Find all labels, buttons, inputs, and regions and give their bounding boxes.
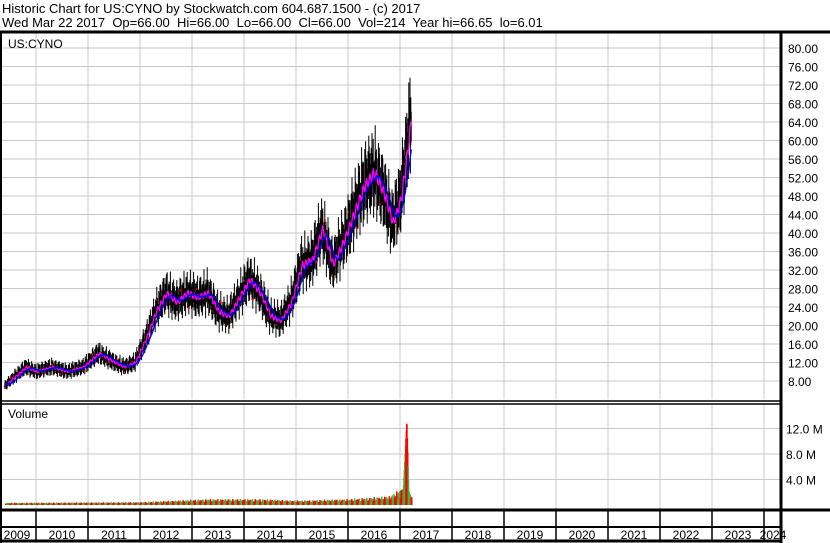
x-tick-label: 2018 (465, 528, 492, 542)
price-tick-label: 28.00 (788, 283, 818, 297)
x-tick-label: 2011 (101, 528, 127, 542)
volume-tick-label: 4.0 M (786, 474, 816, 488)
price-tick-label: 8.00 (788, 375, 812, 389)
x-tick-label: 2013 (205, 528, 232, 542)
x-tick-label: 2024 (760, 528, 787, 542)
volume-tick-label: 12.0 M (786, 423, 823, 437)
price-tick-label: 36.00 (788, 246, 818, 260)
x-tick-label: 2023 (725, 528, 752, 542)
x-tick-label: 2012 (153, 528, 180, 542)
stock-chart: Historic Chart for US:CYNO by Stockwatch… (0, 0, 830, 543)
x-tick-label: 2022 (673, 528, 700, 542)
price-tick-label: 48.00 (788, 190, 818, 204)
short-ma-line (4, 120, 413, 387)
price-tick-label: 24.00 (788, 301, 818, 315)
x-tick-label: 2010 (49, 528, 76, 542)
price-tick-label: 60.00 (788, 135, 818, 149)
price-tick-label: 72.00 (788, 79, 818, 93)
price-tick-label: 40.00 (788, 227, 818, 241)
price-tick-label: 56.00 (788, 153, 818, 167)
x-tick-label: 2017 (413, 528, 440, 542)
price-tick-label: 20.00 (788, 320, 818, 334)
x-tick-label: 2016 (361, 528, 388, 542)
chart-svg: 80.00 76.00 72.00 68.00 64.00 60.00 56.00 52.00… (0, 30, 830, 543)
volume-tick-label: 8.0 M (786, 448, 816, 462)
x-tick-label: 2015 (309, 528, 336, 542)
x-tick-label: 2021 (621, 528, 648, 542)
price-tick-label: 64.00 (788, 116, 818, 130)
long-ma-line (4, 149, 413, 387)
price-tick-marker (187, 307, 190, 310)
price-tick-label: 32.00 (788, 264, 818, 278)
price-tick-label: 44.00 (788, 209, 818, 223)
price-tick-label: 52.00 (788, 172, 818, 186)
price-tick-marker (219, 301, 222, 304)
price-tick-marker (323, 219, 326, 222)
volume-bar (411, 497, 413, 505)
price-panel-title: US:CYNO (8, 37, 63, 51)
price-tick-label: 16.00 (788, 338, 818, 352)
price-tick-label: 76.00 (788, 61, 818, 75)
price-tick-label: 80.00 (788, 42, 818, 56)
price-tick-label: 68.00 (788, 98, 818, 112)
x-tick-label: 2020 (569, 528, 596, 542)
price-tick-marker (83, 369, 86, 372)
x-tick-label: 2014 (257, 528, 284, 542)
x-tick-label: 2009 (4, 528, 31, 542)
x-tick-label: 2019 (517, 528, 544, 542)
price-tick-label: 12.00 (788, 357, 818, 371)
volume-panel-title: Volume (8, 407, 48, 421)
